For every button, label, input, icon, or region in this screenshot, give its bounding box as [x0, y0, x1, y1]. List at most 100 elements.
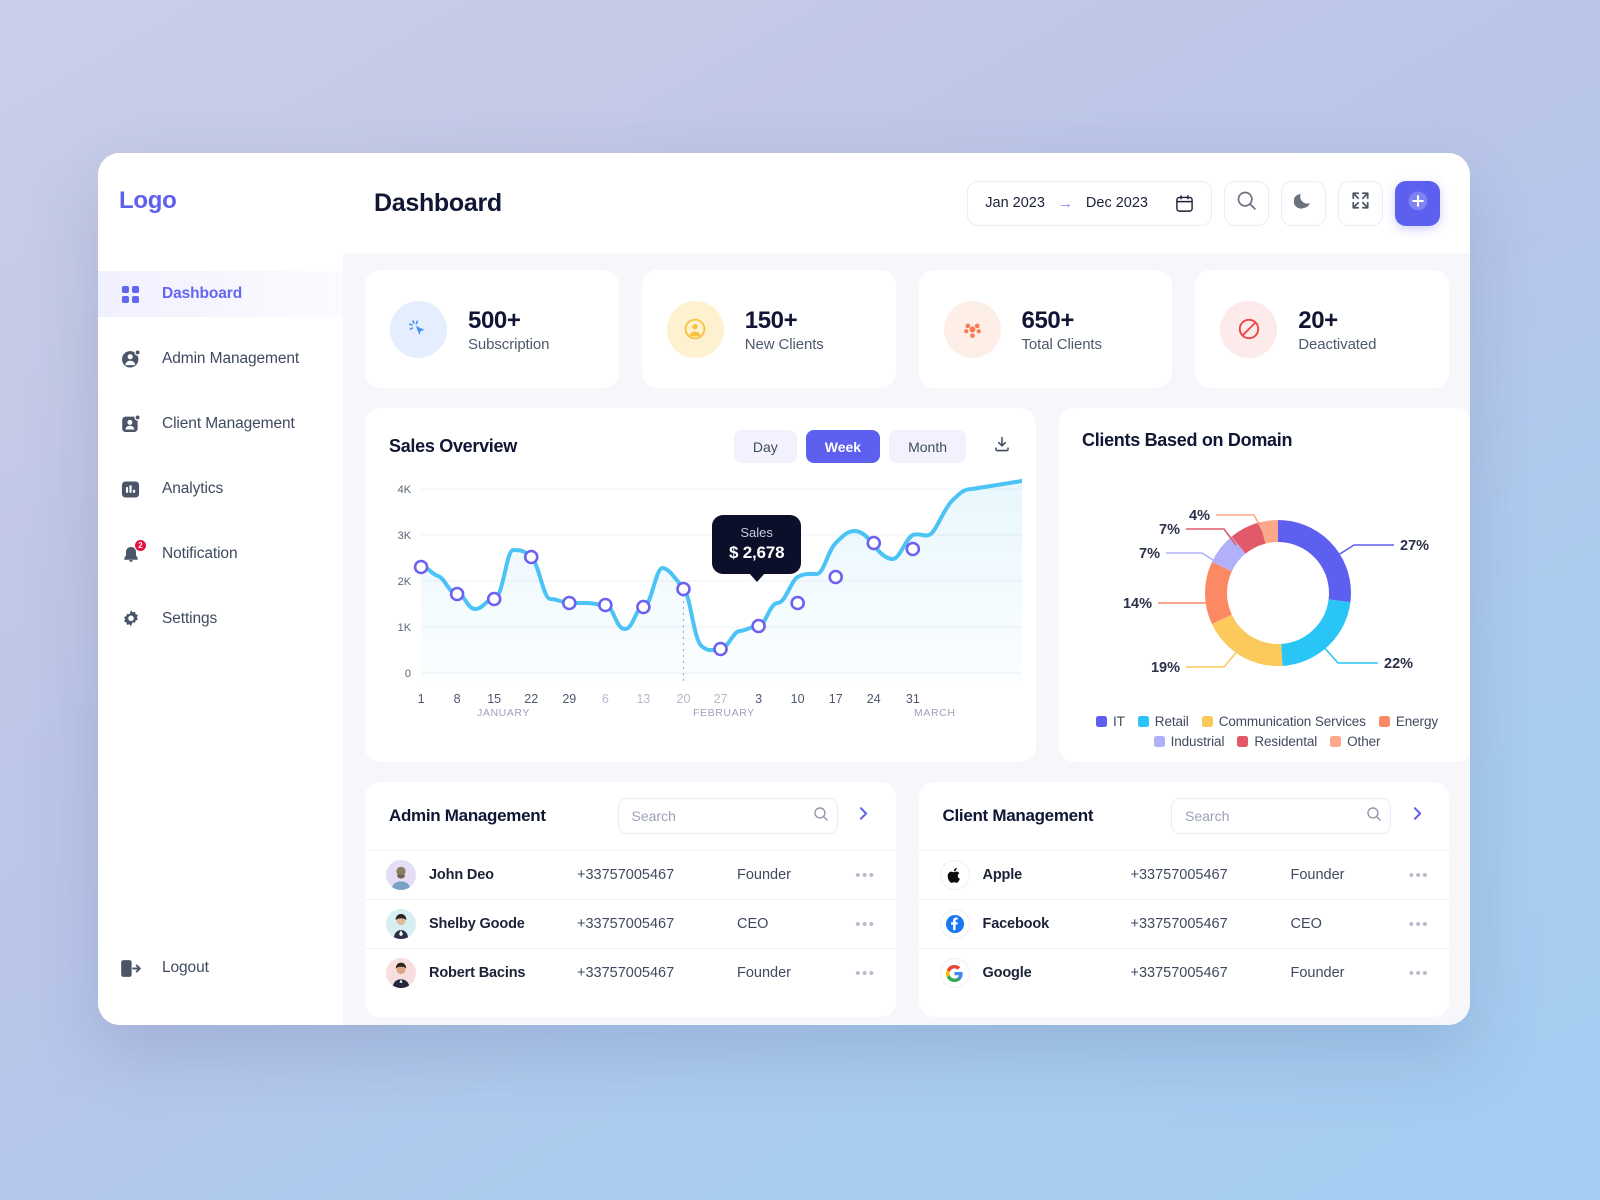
client-search-box[interactable]: [1171, 798, 1391, 834]
row-more-button[interactable]: •••: [1409, 965, 1429, 982]
row-name: Facebook: [982, 916, 1050, 932]
sidebar-item-client-management[interactable]: Client Management: [98, 401, 343, 447]
sales-overview-title: Sales Overview: [389, 436, 517, 456]
legend-item-residental[interactable]: Residental: [1237, 734, 1317, 749]
fullscreen-button[interactable]: [1338, 180, 1383, 226]
chevron-right-icon: [1409, 805, 1426, 827]
legend-label: Communication Services: [1218, 714, 1366, 729]
table-row[interactable]: Facebook +33757005467 CEO •••: [918, 899, 1449, 948]
search-icon: [1366, 806, 1382, 827]
table-row[interactable]: Apple +33757005467 Founder •••: [918, 850, 1449, 899]
legend-label: IT: [1112, 714, 1125, 729]
download-button[interactable]: [985, 430, 1018, 463]
legend-item-retail[interactable]: Retail: [1137, 714, 1189, 729]
table-row[interactable]: Shelby Goode +33757005467 CEO •••: [365, 899, 896, 948]
row-more-button[interactable]: •••: [1409, 867, 1429, 884]
stat-card-deactivated: 20+ Deactivated: [1195, 270, 1449, 388]
users-group-icon: [943, 300, 1001, 358]
legend-label: Other: [1347, 734, 1381, 749]
legend-swatch: [1201, 716, 1213, 727]
svg-text:3K: 3K: [398, 530, 412, 542]
tab-day[interactable]: Day: [733, 430, 797, 463]
avatar: [386, 909, 416, 939]
svg-text:14%: 14%: [1123, 596, 1152, 612]
client-management-card: Client Management Search Apple +33757005…: [918, 782, 1450, 1017]
legend-item-it[interactable]: IT: [1095, 714, 1125, 729]
chart-month-label: FEBRUARY: [693, 707, 755, 719]
row-phone: +33757005467: [1130, 867, 1228, 883]
sidebar-item-notification[interactable]: 2 Notification: [98, 531, 343, 577]
table-row[interactable]: John Deo +33757005467 Founder •••: [365, 850, 896, 899]
sidebar: Logo Dashboard Admin Management Client M…: [98, 153, 343, 1025]
facebook-logo-icon: [939, 909, 970, 939]
date-range-start: Jan 2023: [985, 195, 1045, 211]
range-tabs: Day Week Month: [733, 430, 1018, 463]
add-button[interactable]: [1395, 180, 1440, 226]
chart-month-labels: JANUARY FEBRUARY MARCH: [373, 707, 1022, 727]
stat-card-subscription: 500+ Subscription: [365, 270, 619, 388]
client-management-header: Client Management: [919, 782, 1450, 850]
stat-card-total-clients: 650+ Total Clients: [918, 270, 1173, 388]
sidebar-item-label: Client Management: [162, 415, 295, 432]
row-role: CEO: [1290, 916, 1322, 932]
sidebar-item-label: Dashboard: [162, 285, 243, 302]
tooltip-label: Sales: [740, 525, 773, 540]
svg-text:10: 10: [791, 692, 805, 706]
moon-icon: [1293, 191, 1313, 215]
search-icon-button[interactable]: [1224, 180, 1269, 226]
svg-text:13: 13: [636, 692, 650, 706]
row-name: Apple: [982, 867, 1023, 883]
svg-text:7%: 7%: [1159, 522, 1180, 538]
fullscreen-icon: [1351, 191, 1370, 215]
row-more-button[interactable]: •••: [855, 867, 875, 884]
legend-item-energy[interactable]: Energy: [1378, 714, 1438, 729]
svg-text:3: 3: [755, 692, 762, 706]
svg-text:7%: 7%: [1139, 546, 1160, 562]
sidebar-item-label: Notification: [162, 545, 238, 562]
table-row[interactable]: Google +33757005467 Founder •••: [918, 948, 1449, 997]
row-name: Google: [982, 965, 1032, 981]
client-management-title: Client Management: [942, 806, 1094, 825]
dark-mode-toggle[interactable]: [1281, 180, 1326, 226]
client-view-all-button[interactable]: [1405, 804, 1429, 828]
legend-item-industrial[interactable]: Industrial: [1153, 734, 1224, 749]
app-logo[interactable]: Logo: [98, 187, 343, 215]
donut-legend: IT Retail Communication Services Energy …: [1082, 714, 1452, 749]
admin-management-card: Admin Management Search John Deo +337570…: [365, 782, 896, 1017]
legend-swatch: [1137, 716, 1149, 727]
app-window: Logo Dashboard Admin Management Client M…: [98, 153, 1470, 1025]
search-icon: [813, 806, 829, 827]
legend-item-other[interactable]: Other: [1330, 734, 1381, 749]
svg-text:22: 22: [524, 692, 538, 706]
admin-search-input[interactable]: [631, 808, 813, 824]
legend-swatch: [1153, 736, 1165, 747]
tab-month[interactable]: Month: [889, 430, 966, 463]
admin-view-all-button[interactable]: [852, 804, 876, 828]
svg-text:6: 6: [602, 692, 609, 706]
row-more-button[interactable]: •••: [855, 916, 875, 933]
sidebar-item-dashboard[interactable]: Dashboard: [98, 271, 343, 317]
admin-search-box[interactable]: [617, 798, 838, 834]
legend-label: Retail: [1154, 714, 1189, 729]
stats-row: 500+ Subscription 150+ New Clients 650+ …: [365, 270, 1449, 388]
svg-text:19%: 19%: [1151, 660, 1180, 676]
row-more-button[interactable]: •••: [1409, 916, 1429, 933]
cursor-click-icon: [390, 300, 447, 358]
sidebar-item-logout[interactable]: Logout: [98, 945, 343, 991]
row-more-button[interactable]: •••: [855, 965, 875, 982]
legend-item-communication-services[interactable]: Communication Services: [1201, 714, 1366, 729]
tab-week[interactable]: Week: [805, 430, 881, 463]
avatar: [386, 958, 416, 988]
sidebar-item-analytics[interactable]: Analytics: [98, 466, 343, 512]
row-phone: +33757005467: [577, 965, 675, 981]
sidebar-item-label: Analytics: [162, 480, 224, 497]
table-row[interactable]: Robert Bacins +33757005467 Founder •••: [365, 948, 896, 997]
date-range-picker[interactable]: Jan 2023 → Dec 2023: [967, 180, 1212, 226]
download-icon: [993, 435, 1011, 458]
client-search-input[interactable]: [1185, 808, 1366, 824]
date-range-end: Dec 2023: [1085, 195, 1148, 211]
sidebar-item-admin-management[interactable]: Admin Management: [98, 336, 343, 382]
chevron-right-icon: [855, 805, 872, 827]
row-role: Founder: [1290, 867, 1345, 883]
sidebar-item-settings[interactable]: Settings: [98, 596, 343, 642]
